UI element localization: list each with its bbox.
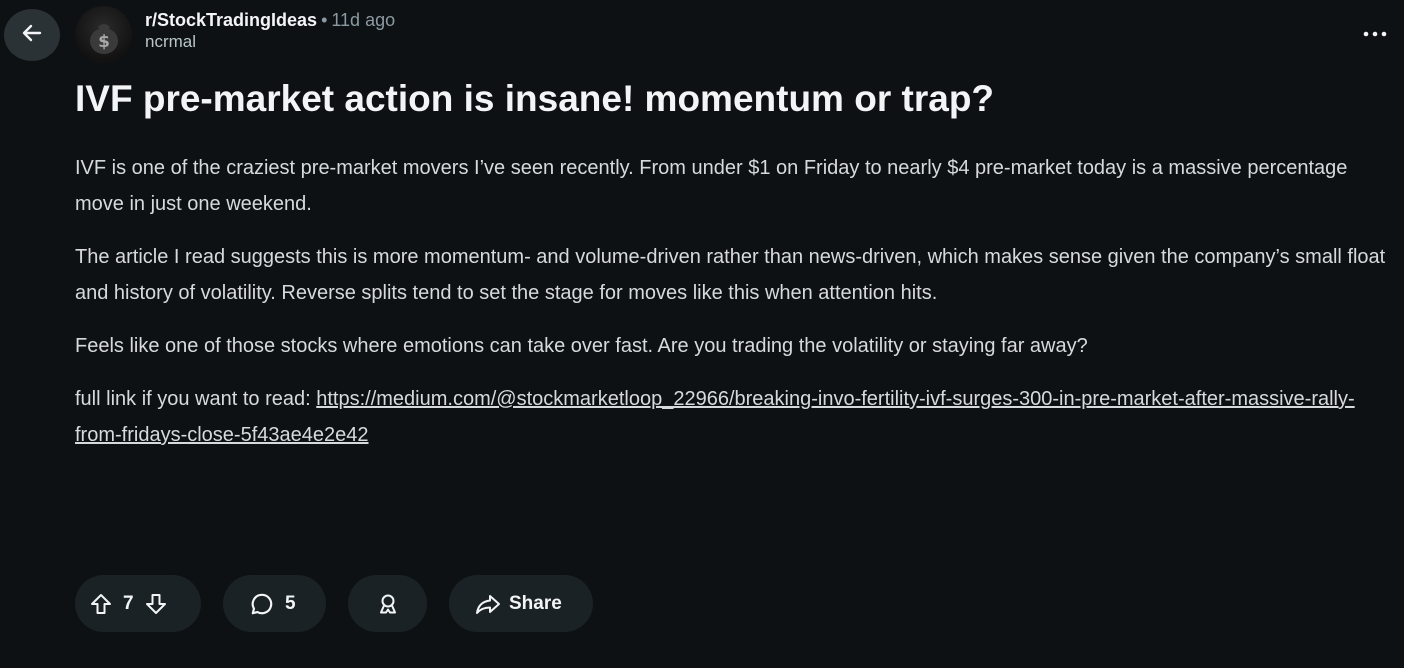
author-link[interactable]: ncrmal [145, 31, 395, 53]
dollar-bag-icon: $ [89, 23, 118, 54]
comment-bubble-icon [251, 593, 273, 614]
back-button[interactable] [4, 9, 60, 61]
post-page: $ r/StockTradingIdeas • 11d ago ncrmal IVF… [0, 0, 1404, 668]
award-button[interactable] [348, 575, 427, 632]
more-horizontal-icon [1363, 25, 1387, 43]
post-body: IVF is one of the craziest pre-market mo… [75, 150, 1393, 470]
award-icon [379, 594, 396, 613]
link-prefix: full link if you want to read: [75, 388, 317, 410]
upvote-button[interactable] [89, 592, 113, 616]
svg-text:$: $ [98, 32, 110, 52]
post-meta: r/StockTradingIdeas • 11d ago ncrmal [145, 9, 395, 53]
comment-count: 5 [285, 592, 296, 614]
subreddit-avatar[interactable]: $ [75, 6, 132, 63]
downvote-arrow-icon [145, 593, 166, 614]
body-paragraph: Feels like one of those stocks where emo… [75, 335, 1088, 357]
vote-control: 7 [75, 575, 201, 632]
upvote-arrow-icon [91, 593, 111, 614]
subreddit-link[interactable]: r/StockTradingIdeas [145, 10, 317, 30]
meta-separator: • [321, 10, 328, 30]
downvote-button[interactable] [144, 592, 168, 616]
post-actions: 7 5 Share [75, 575, 593, 632]
body-paragraph: The article I read suggests this is more… [75, 246, 1386, 304]
share-label: Share [509, 592, 562, 614]
post-time: 11d ago [331, 10, 396, 30]
share-arrow-icon [476, 594, 500, 614]
post-title: IVF pre-market action is insane! momentu… [75, 78, 995, 119]
body-link-paragraph: full link if you want to read: https://m… [75, 381, 1393, 453]
vote-count: 7 [123, 592, 134, 614]
comments-button[interactable]: 5 [223, 575, 326, 632]
more-options-button[interactable] [1360, 16, 1390, 52]
share-button[interactable]: Share [449, 575, 593, 632]
arrow-left-icon [20, 21, 44, 50]
body-paragraph: IVF is one of the craziest pre-market mo… [75, 157, 1348, 215]
